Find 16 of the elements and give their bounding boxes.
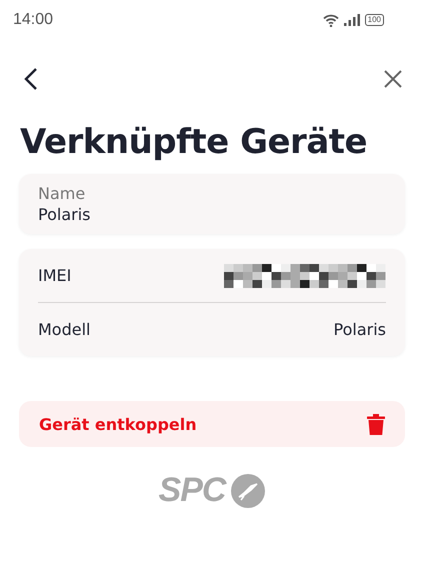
field-label: Name bbox=[38, 184, 86, 203]
signal-icon bbox=[344, 14, 360, 26]
detail-label: Modell bbox=[38, 320, 90, 339]
brand-logo: SPC bbox=[158, 471, 226, 510]
close-button[interactable] bbox=[384, 70, 402, 88]
detail-label: IMEI bbox=[38, 266, 72, 285]
name-field[interactable]: Name Polaris bbox=[19, 174, 405, 234]
battery-indicator: 100 bbox=[364, 14, 384, 26]
back-button[interactable] bbox=[24, 67, 38, 91]
field-value: Polaris bbox=[38, 205, 92, 224]
detail-value: Polaris bbox=[334, 320, 386, 339]
page-title: Verknüpfte Geräte bbox=[20, 122, 368, 162]
trash-icon bbox=[367, 414, 385, 434]
status-time: 14:00 bbox=[13, 11, 54, 29]
wifi-icon bbox=[322, 14, 339, 26]
unlink-button[interactable]: Gerät entkoppeln bbox=[19, 401, 405, 447]
